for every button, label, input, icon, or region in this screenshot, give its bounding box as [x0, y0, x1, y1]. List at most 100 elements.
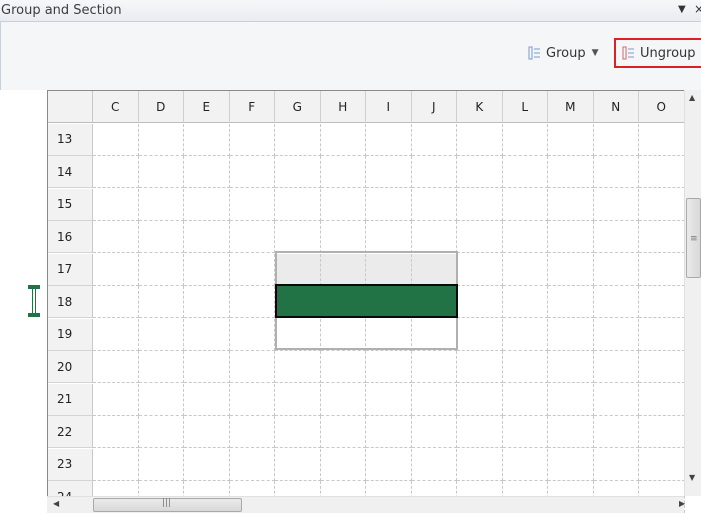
row-header[interactable]: 22 [48, 416, 93, 448]
close-icon[interactable]: × [694, 2, 701, 16]
grid-cell[interactable] [320, 416, 366, 448]
grid-cell[interactable] [593, 123, 639, 156]
grid-cell[interactable] [320, 156, 366, 188]
grid-cell[interactable] [320, 286, 366, 318]
grid-cell[interactable] [548, 383, 594, 416]
grid-cell[interactable] [457, 253, 503, 286]
grid-cell[interactable] [411, 253, 457, 286]
grid-cell[interactable] [275, 318, 321, 351]
grid-cell[interactable] [184, 448, 230, 481]
grid-cell[interactable] [457, 123, 503, 156]
grid-cell[interactable] [275, 253, 321, 286]
grid-cell[interactable] [366, 416, 412, 448]
grid-cell[interactable] [639, 448, 685, 481]
grid-cell[interactable] [366, 286, 412, 318]
grid-cell[interactable] [229, 188, 275, 221]
grid-cell[interactable] [93, 286, 139, 318]
horizontal-scrollbar[interactable]: ◀ ||| ▶ [47, 496, 685, 513]
select-all-corner[interactable] [48, 91, 93, 123]
grid-cell[interactable] [93, 351, 139, 383]
grid-cell[interactable] [320, 253, 366, 286]
grid-cell[interactable] [93, 448, 139, 481]
grid-cell[interactable] [184, 318, 230, 351]
grid-cell[interactable] [639, 123, 685, 156]
grid-cell[interactable] [502, 123, 548, 156]
grid-cell[interactable] [457, 221, 503, 253]
grid-cell[interactable] [457, 188, 503, 221]
grid-cell[interactable] [593, 318, 639, 351]
grid-cell[interactable] [275, 416, 321, 448]
grid-cell[interactable] [320, 448, 366, 481]
grid-cell[interactable] [93, 188, 139, 221]
grid-cell[interactable] [320, 123, 366, 156]
grid-cell[interactable] [593, 448, 639, 481]
grid-cell[interactable] [184, 383, 230, 416]
grid-cell[interactable] [366, 123, 412, 156]
grid-cell[interactable] [411, 221, 457, 253]
column-header[interactable]: J [411, 91, 457, 123]
grid-cell[interactable] [502, 416, 548, 448]
scroll-up-icon[interactable]: ▲ [689, 93, 695, 102]
grid-cell[interactable] [639, 318, 685, 351]
grid-cell[interactable] [366, 156, 412, 188]
grid-cell[interactable] [366, 221, 412, 253]
grid-cell[interactable] [229, 156, 275, 188]
row-header[interactable]: 20 [48, 351, 93, 383]
vertical-scroll-thumb[interactable]: ≡ [686, 198, 701, 278]
grid-cell[interactable] [229, 221, 275, 253]
column-header[interactable]: O [639, 91, 685, 123]
grid-cell[interactable] [93, 123, 139, 156]
grid-cell[interactable] [548, 123, 594, 156]
column-header[interactable]: K [457, 91, 503, 123]
grid-cell[interactable] [229, 318, 275, 351]
grid-cell[interactable] [366, 351, 412, 383]
ungroup-button[interactable]: Ungroup [614, 38, 701, 68]
grid-cell[interactable] [320, 383, 366, 416]
grid-cell[interactable] [184, 286, 230, 318]
grid-cell[interactable] [275, 383, 321, 416]
column-header[interactable]: G [275, 91, 321, 123]
grid-cell[interactable] [548, 416, 594, 448]
grid-cell[interactable] [93, 253, 139, 286]
column-header[interactable]: E [184, 91, 230, 123]
grid-cell[interactable] [275, 188, 321, 221]
grid-cell[interactable] [502, 156, 548, 188]
grid-cell[interactable] [411, 448, 457, 481]
grid-cell[interactable] [229, 416, 275, 448]
grid-cell[interactable] [593, 253, 639, 286]
grid-cell[interactable] [593, 188, 639, 221]
grid-cell[interactable] [93, 383, 139, 416]
column-header[interactable]: M [548, 91, 594, 123]
grid-cell[interactable] [457, 156, 503, 188]
grid-cell[interactable] [548, 221, 594, 253]
grid-cell[interactable] [275, 123, 321, 156]
grid-cell[interactable] [411, 416, 457, 448]
grid-cell[interactable] [138, 253, 184, 286]
grid-cell[interactable] [548, 351, 594, 383]
grid-cell[interactable] [229, 123, 275, 156]
grid-cell[interactable] [411, 286, 457, 318]
grid-cell[interactable] [366, 253, 412, 286]
grid-cell[interactable] [366, 383, 412, 416]
grid-cell[interactable] [184, 221, 230, 253]
grid-cell[interactable] [548, 253, 594, 286]
horizontal-scroll-thumb[interactable]: ||| [93, 498, 242, 512]
grid-cell[interactable] [229, 286, 275, 318]
grid-cell[interactable] [548, 318, 594, 351]
scroll-right-icon[interactable]: ▶ [679, 499, 685, 508]
grid-cell[interactable] [184, 188, 230, 221]
grid-cell[interactable] [548, 286, 594, 318]
grid-cell[interactable] [184, 156, 230, 188]
chevron-down-icon[interactable]: ▼ [592, 48, 599, 58]
grid-cell[interactable] [411, 351, 457, 383]
panel-menu-icon[interactable]: ▼ [678, 4, 686, 15]
grid-cell[interactable] [229, 253, 275, 286]
grid-cell[interactable] [457, 416, 503, 448]
grid-cell[interactable] [138, 221, 184, 253]
grid-cell[interactable] [639, 286, 685, 318]
grid-cell[interactable] [138, 383, 184, 416]
grid-cell[interactable] [184, 253, 230, 286]
grid-cell[interactable] [93, 416, 139, 448]
grid-cell[interactable] [639, 221, 685, 253]
grid-cell[interactable] [93, 156, 139, 188]
